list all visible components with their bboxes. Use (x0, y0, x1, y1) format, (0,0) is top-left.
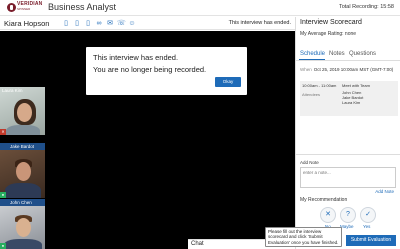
participant-tile-jake[interactable]: ● (0, 150, 45, 198)
schedule-when: When Oct 25, 2019 10:00am MST (GMT-7:00) (300, 67, 393, 72)
participant-face (16, 218, 31, 237)
when-label: When (300, 67, 312, 72)
average-rating: My Average Rating: none (300, 31, 357, 37)
tab-questions[interactable]: Questions (349, 51, 376, 57)
top-header: VERIDIAN SPINNER Business Analyst Total … (0, 0, 400, 16)
recommend-yes-button[interactable]: ✓ (360, 207, 376, 223)
participant-name: Laura Kim (2, 88, 23, 93)
schedule-block: 10:00am - 11:00am Meet with Team Attende… (300, 81, 398, 116)
participant-name: John Chen (10, 200, 32, 205)
interview-ended-dialog: This interview has ended. You are no lon… (86, 47, 247, 95)
participant-body (5, 183, 41, 198)
recommend-no-button[interactable]: ✕ (320, 207, 336, 223)
participant-label: Jake Bardot (0, 143, 45, 150)
when-value: Oct 25, 2019 10:00am MST (GMT-7:00) (313, 67, 394, 72)
participant-face (17, 103, 32, 122)
tab-schedule[interactable]: Schedule (300, 51, 325, 57)
note-input[interactable] (300, 167, 396, 188)
scorecard-panel: Interview Scorecard My Average Rating: n… (295, 17, 400, 249)
interview-ended-note: This interview has ended. (228, 20, 291, 26)
candidate-bar: Kiara Hopson ▯ ▯ ▯ ∞ ✉ ☏ ☺ This intervie… (0, 17, 295, 30)
add-note-label: Add Note (300, 160, 319, 165)
tab-notes[interactable]: Notes (329, 51, 345, 57)
panel-title: Interview Scorecard (300, 19, 362, 26)
mic-icon: ● (0, 243, 6, 249)
submit-evaluation-button[interactable]: Submit Evaluation (346, 235, 396, 246)
job-title: Business Analyst (48, 2, 117, 12)
chat-label: Chat (191, 241, 204, 247)
email-icon[interactable]: ✉ (106, 19, 114, 28)
okay-button[interactable]: Okay (215, 77, 241, 87)
phone-icon[interactable]: ☏ (117, 19, 126, 28)
dialog-message: This interview has ended. (93, 53, 179, 62)
participant-label: John Chen (0, 199, 45, 206)
participant-name: Jake Bardot (10, 144, 35, 149)
document-icon[interactable]: ▯ (73, 19, 81, 28)
attendees-label: Attendees (302, 92, 321, 97)
attendee-list: John Chen Jake Bardot Laura Kim (342, 90, 363, 105)
dialog-message: You are no longer being recorded. (93, 65, 207, 74)
active-tab-indicator (299, 59, 325, 60)
schedule-time: 10:00am - 11:00am (302, 83, 337, 88)
panel-tabs: Schedule Notes Questions (296, 49, 400, 61)
participant-tile-laura[interactable]: Laura Kim ✕ (0, 87, 45, 135)
recommendation-label: My Recommendation (300, 197, 348, 203)
resume-icon[interactable]: ▯ (62, 19, 70, 28)
attendee-name: Laura Kim (342, 100, 361, 105)
participant-tile-john[interactable]: ● (0, 206, 45, 249)
submit-tooltip: Please fill out the interview scorecard … (265, 227, 342, 247)
candidate-name: Kiara Hopson (4, 19, 50, 28)
participant-body (4, 239, 42, 249)
mic-muted-icon: ✕ (0, 129, 6, 135)
participant-body (6, 125, 40, 135)
interview-app: VERIDIAN SPINNER Business Analyst Total … (0, 0, 400, 249)
logo-icon (7, 3, 16, 12)
candidate-actions: ▯ ▯ ▯ ∞ ✉ ☏ ☺ (62, 19, 136, 28)
participant-face (16, 162, 31, 181)
profile-icon[interactable]: ☺ (128, 19, 136, 28)
recommend-maybe-button[interactable]: ? (340, 207, 356, 223)
logo-subtext: SPINNER (17, 7, 31, 11)
mic-icon: ● (0, 192, 6, 198)
panel-divider[interactable] (296, 154, 400, 157)
link-icon[interactable]: ∞ (95, 19, 103, 28)
recommend-yes-label: Yes (363, 224, 371, 229)
recording-timer: Total Recording: 15:58 (338, 4, 394, 10)
add-note-button[interactable]: Add Note (375, 189, 394, 194)
file-icon[interactable]: ▯ (84, 19, 92, 28)
recommend-maybe-label: Maybe (340, 224, 354, 229)
schedule-event: Meet with Team (342, 83, 370, 88)
